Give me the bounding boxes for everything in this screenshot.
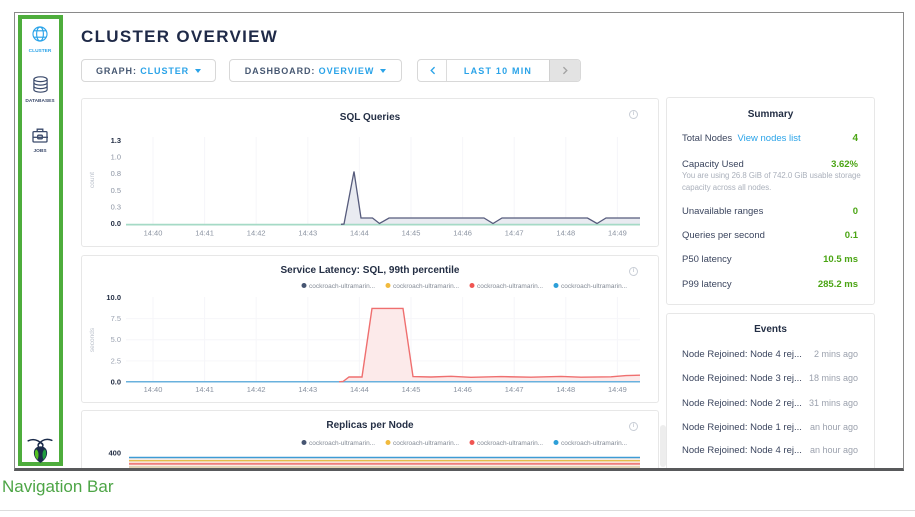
svg-text:0.3: 0.3 [111,202,121,211]
svg-text:cockroach-ultramarin...: cockroach-ultramarin... [393,283,459,290]
svg-text:seconds: seconds [89,327,96,352]
svg-text:0.0: 0.0 [111,219,121,228]
svg-text:cockroach-ultramarin...: cockroach-ultramarin... [561,283,627,290]
svg-text:14:41: 14:41 [195,229,214,238]
svg-text:1.3: 1.3 [111,136,121,145]
svg-text:14:47: 14:47 [505,385,524,394]
svg-text:14:49: 14:49 [608,229,627,238]
svg-text:0.8: 0.8 [111,169,121,178]
svg-text:14:48: 14:48 [556,385,575,394]
svg-text:14:45: 14:45 [402,229,421,238]
svg-text:14:43: 14:43 [298,229,317,238]
svg-text:SQL Queries: SQL Queries [340,112,401,123]
svg-text:count: count [89,172,96,188]
svg-text:14:42: 14:42 [247,229,266,238]
svg-text:2.5: 2.5 [111,357,121,366]
svg-text:14:40: 14:40 [144,229,163,238]
svg-text:Service Latency: SQL, 99th per: Service Latency: SQL, 99th percentile [281,265,460,276]
svg-text:14:46: 14:46 [453,229,472,238]
svg-text:cockroach-ultramarin...: cockroach-ultramarin... [561,440,627,447]
svg-text:cockroach-ultramarin...: cockroach-ultramarin... [477,440,543,447]
svg-text:14:43: 14:43 [298,385,317,394]
svg-text:14:45: 14:45 [402,385,421,394]
svg-text:Replicas per Node: Replicas per Node [326,420,414,431]
svg-text:cockroach-ultramarin...: cockroach-ultramarin... [309,283,375,290]
svg-text:14:49: 14:49 [608,385,627,394]
svg-text:14:42: 14:42 [247,385,266,394]
svg-text:400: 400 [108,449,121,458]
svg-text:14:40: 14:40 [144,385,163,394]
svg-text:14:46: 14:46 [453,385,472,394]
svg-text:cockroach-ultramarin...: cockroach-ultramarin... [309,440,375,447]
svg-text:10.0: 10.0 [106,293,121,302]
svg-text:5.0: 5.0 [111,335,121,344]
svg-text:14:44: 14:44 [350,229,369,238]
svg-text:14:48: 14:48 [556,229,575,238]
svg-text:14:44: 14:44 [350,385,369,394]
svg-text:0.5: 0.5 [111,186,121,195]
svg-text:14:47: 14:47 [505,229,524,238]
svg-text:cockroach-ultramarin...: cockroach-ultramarin... [393,440,459,447]
svg-text:1.0: 1.0 [111,153,121,162]
svg-text:cockroach-ultramarin...: cockroach-ultramarin... [477,283,543,290]
svg-text:7.5: 7.5 [111,314,121,323]
svg-text:14:41: 14:41 [195,385,214,394]
svg-text:0.0: 0.0 [111,378,121,387]
